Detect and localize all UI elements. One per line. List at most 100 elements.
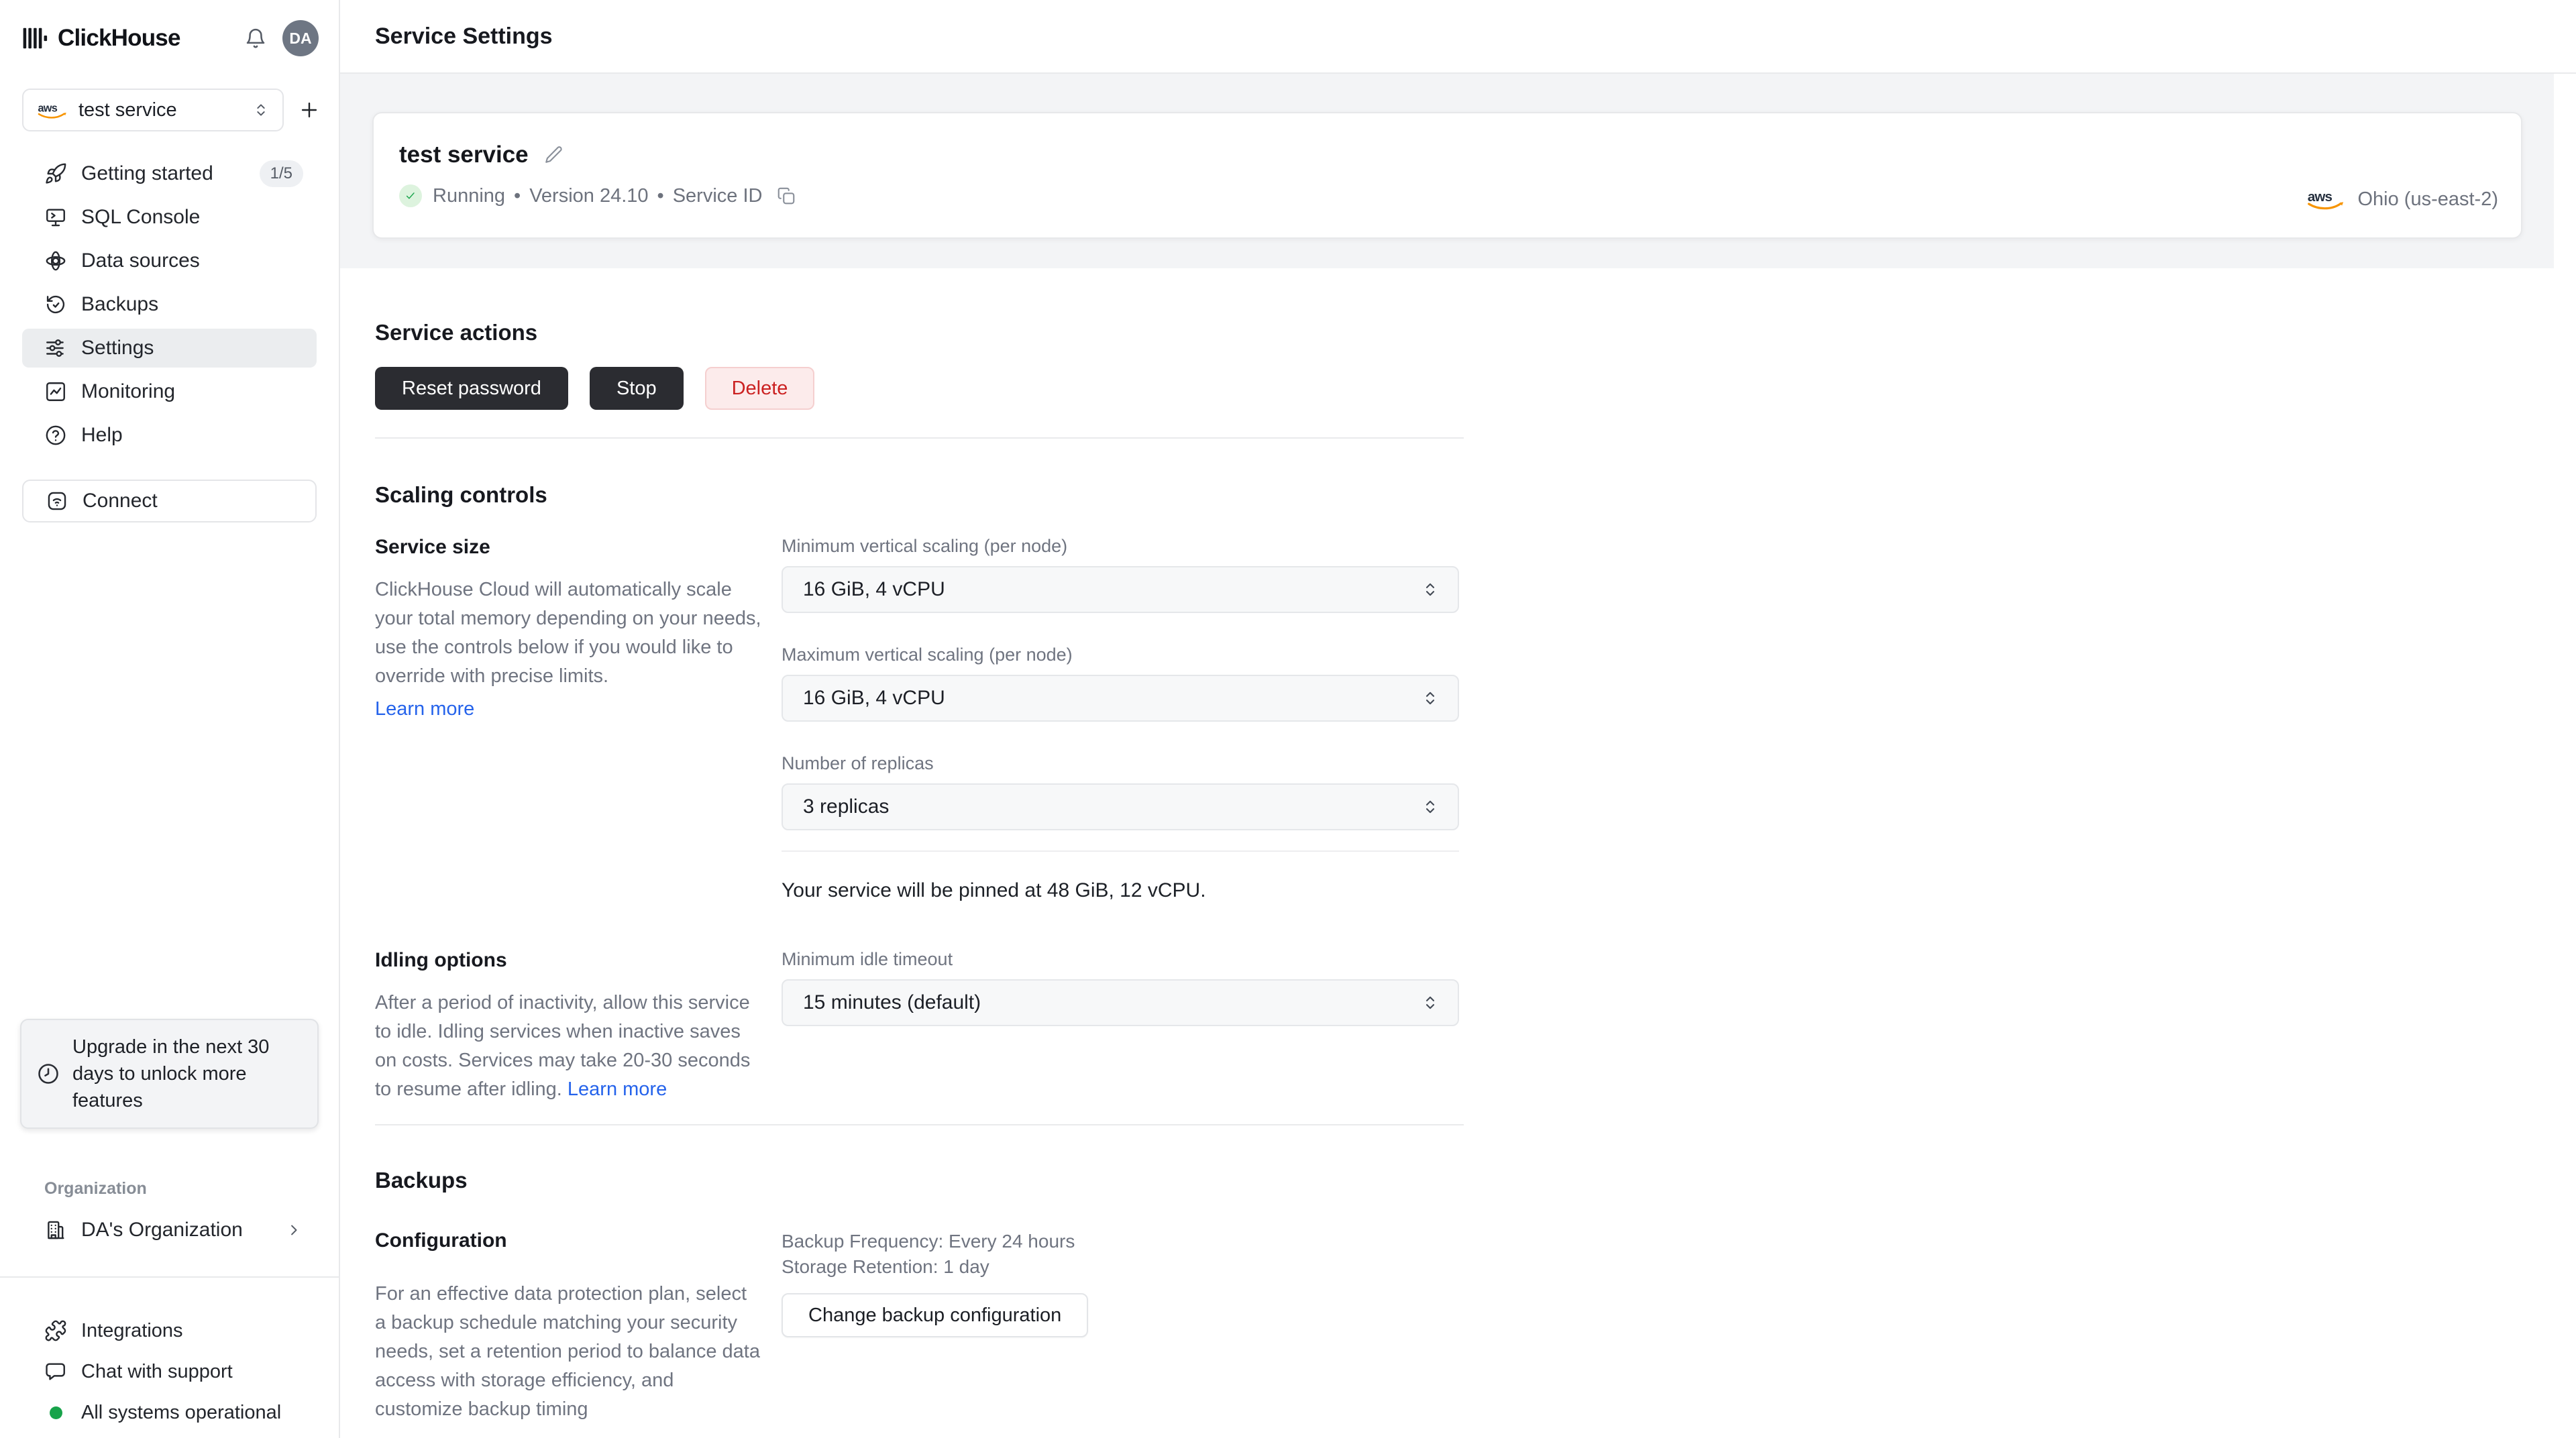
history-icon [46,295,65,314]
service-name: test service [399,142,529,168]
service-selector[interactable]: aws test service [22,89,284,131]
field-divider [782,850,1459,852]
max-scaling-value: 16 GiB, 4 vCPU [803,687,945,709]
status-label: Running [433,184,506,207]
service-card-band: test service Running • Version 24.10 • S… [340,74,2554,268]
main-area: Service Settings test service Running • … [340,0,2576,1438]
puzzle-icon [45,1320,66,1341]
upgrade-notice[interactable]: Upgrade in the next 30 days to unlock mo… [20,1019,319,1129]
clock-icon [38,1064,58,1084]
sidebar-item-label: Getting started [81,162,213,184]
backup-config-text: For an effective data protection plan, s… [375,1283,760,1420]
min-scaling-value: 16 GiB, 4 vCPU [803,578,945,600]
chevron-updown-icon [257,104,265,116]
change-backup-config-button[interactable]: Change backup configuration [782,1293,1089,1337]
idle-timeout-value: 15 minutes (default) [803,991,981,1013]
service-size-row: Service size ClickHouse Cloud will autom… [375,535,2576,903]
sidebar-divider [0,1276,339,1278]
service-card: test service Running • Version 24.10 • S… [372,112,2522,239]
delete-button[interactable]: Delete [704,367,815,410]
organization-name: DA's Organization [81,1219,243,1241]
copy-icon[interactable] [776,186,796,206]
sidebar-item-label: SQL Console [81,206,201,228]
page-header: Service Settings [340,0,2576,74]
version-label: Version 24.10 [529,184,649,207]
organization-switcher[interactable]: DA's Organization [22,1211,317,1250]
status-check-icon [399,184,422,207]
user-avatar[interactable]: DA [282,20,319,56]
sidebar-item-label: Data sources [81,250,200,272]
footer-item-label: Chat with support [81,1360,233,1382]
min-scaling-select[interactable]: 16 GiB, 4 vCPU [782,566,1459,613]
service-size-description: Service size ClickHouse Cloud will autom… [375,535,763,903]
building-icon [48,1221,64,1239]
replicas-label: Number of replicas [782,753,934,773]
system-status[interactable]: All systems operational [22,1393,317,1432]
organization-section-label: Organization [44,1179,147,1198]
idle-timeout-label: Minimum idle timeout [782,949,953,969]
sidebar-header: ClickHouse DA [0,0,339,58]
footer-item-label: Integrations [81,1319,183,1341]
service-actions-row: Reset password Stop Delete [375,367,2576,410]
edit-pencil-icon[interactable] [543,145,564,165]
sidebar-item-sql-console[interactable]: SQL Console [22,198,317,237]
sidebar-item-label: Backups [81,293,159,315]
service-size-learn-more-link[interactable]: Learn more [375,695,474,724]
idle-timeout-select[interactable]: 15 minutes (default) [782,979,1459,1026]
sidebar-footer: Integrations Chat with support All syste… [0,1311,339,1438]
idling-options-row: Idling options After a period of inactiv… [375,948,2576,1104]
storage-retention: Storage Retention: 1 day [782,1256,989,1277]
idling-fields: Minimum idle timeout 15 minutes (default… [782,948,1459,1104]
backups-title: Backups [375,1168,468,1193]
selected-service-name: test service [78,99,177,121]
settings-content: Service actions Reset password Stop Dele… [340,268,2576,1424]
sidebar-item-integrations[interactable]: Integrations [22,1311,317,1350]
max-scaling-label: Maximum vertical scaling (per node) [782,645,1073,665]
pinned-note: Your service will be pinned at 48 GiB, 1… [782,879,1206,901]
sidebar-item-getting-started[interactable]: Getting started 1/5 [22,154,317,193]
sidebar-item-data-sources[interactable]: Data sources [22,241,317,280]
avatar-initials: DA [289,29,312,47]
rocket-icon [46,163,66,184]
add-service-button[interactable] [293,90,325,130]
aws-logo: aws [38,102,66,119]
service-actions-title: Service actions [375,320,538,345]
backup-config-row: Configuration For an effective data prot… [375,1229,2576,1424]
idling-description: Idling options After a period of inactiv… [375,948,763,1104]
separator: • [657,184,664,207]
backup-config-description: Configuration For an effective data prot… [375,1229,763,1424]
chevron-updown-icon [1426,800,1435,814]
sidebar-item-chat-support[interactable]: Chat with support [22,1352,317,1391]
plus-icon [301,102,317,118]
scaling-controls-title: Scaling controls [375,482,547,507]
sidebar-item-help[interactable]: Help [22,416,317,455]
configuration-title: Configuration [375,1229,507,1252]
sidebar-item-monitoring[interactable]: Monitoring [22,372,317,411]
sidebar-item-backups[interactable]: Backups [22,285,317,324]
page-title: Service Settings [375,23,553,49]
notifications-bell-icon[interactable] [244,26,268,50]
svg-text:aws: aws [2308,189,2332,205]
orbit-icon [46,251,66,271]
service-id-label: Service ID [672,184,763,207]
region-label: Ohio (us-east-2) [2357,188,2498,210]
service-size-text: ClickHouse Cloud will automatically scal… [375,579,761,687]
sidebar-nav: Getting started 1/5 SQL Console Data sou… [0,154,339,459]
svg-text:aws: aws [38,102,57,114]
service-selector-row: aws test service [22,89,325,131]
connect-button[interactable]: Connect [22,480,317,522]
region-info: aws Ohio (us-east-2) [2306,178,2498,221]
stop-button[interactable]: Stop [589,367,684,410]
chevron-right-icon [291,1225,297,1235]
reset-password-button[interactable]: Reset password [375,367,568,410]
chevron-updown-icon [1426,583,1435,596]
max-scaling-select[interactable]: 16 GiB, 4 vCPU [782,675,1459,722]
section-divider [375,437,1464,439]
service-size-title: Service size [375,536,490,558]
clickhouse-logo-icon [23,27,48,49]
sidebar-item-label: Settings [81,337,154,359]
idling-learn-more-link[interactable]: Learn more [568,1078,667,1100]
backup-frequency: Backup Frequency: Every 24 hours [782,1231,1075,1252]
replicas-select[interactable]: 3 replicas [782,783,1459,830]
sidebar-item-settings[interactable]: Settings [22,329,317,368]
